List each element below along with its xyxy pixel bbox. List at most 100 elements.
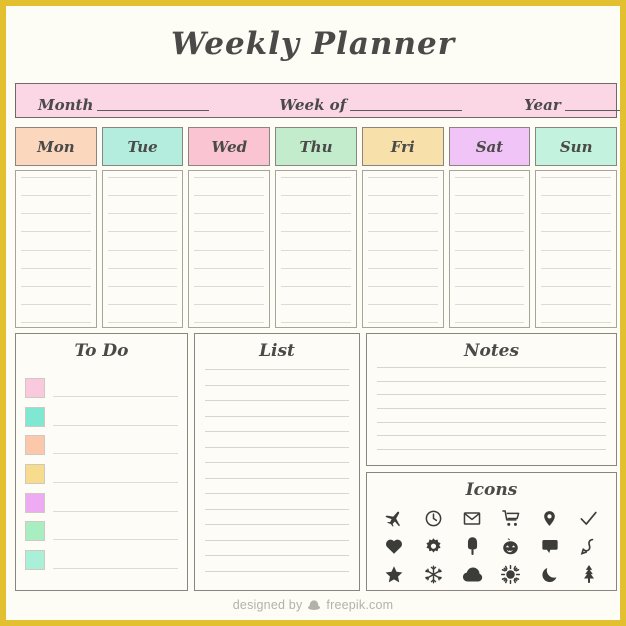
day-write-line[interactable] [194,231,265,233]
notes-write-line[interactable] [377,448,606,450]
day-write-line[interactable] [107,267,178,269]
todo-row[interactable] [25,371,178,398]
moon-icon[interactable] [530,560,569,588]
shopping-cart-icon[interactable] [491,504,530,532]
gear-icon[interactable] [414,532,453,560]
list-write-line[interactable] [205,431,349,433]
todo-checkbox[interactable] [25,463,45,484]
day-write-line[interactable] [281,249,351,251]
day-write-line[interactable] [107,285,178,287]
day-header-mon[interactable]: Mon [15,127,97,166]
day-write-line[interactable] [541,303,612,305]
todo-write-line[interactable] [53,481,178,483]
tree-icon[interactable] [569,560,608,588]
todo-row[interactable] [25,457,178,484]
day-column-wed[interactable] [188,170,271,328]
todo-write-line[interactable] [53,567,178,569]
popsicle-icon[interactable] [453,532,492,560]
day-column-mon[interactable] [15,170,97,328]
list-write-line[interactable] [205,384,349,386]
day-write-line[interactable] [194,177,265,178]
day-write-line[interactable] [367,231,438,233]
todo-row[interactable] [25,428,178,456]
day-write-line[interactable] [541,285,612,287]
checkmark-icon[interactable] [569,504,608,532]
day-write-line[interactable] [21,177,91,178]
envelope-icon[interactable] [453,504,492,532]
day-write-line[interactable] [194,267,265,269]
snowflake-icon[interactable] [414,560,453,588]
day-write-line[interactable] [21,231,91,233]
notes-write-line[interactable] [377,407,606,409]
day-write-line[interactable] [21,267,91,269]
list-write-line[interactable] [205,524,349,526]
day-write-line[interactable] [107,322,178,323]
day-write-line[interactable] [281,195,351,197]
todo-write-line[interactable] [53,453,178,455]
todo-write-line[interactable] [53,539,178,541]
todo-write-line[interactable] [53,396,178,397]
todo-row[interactable] [25,400,178,427]
todo-row[interactable] [25,514,178,542]
day-write-line[interactable] [367,177,438,178]
month-write-line[interactable] [97,110,210,111]
day-write-line[interactable] [281,322,351,323]
todo-checkbox[interactable] [25,378,45,398]
todo-checkbox[interactable] [25,549,45,570]
day-header-sun[interactable]: Sun [535,127,618,166]
day-write-line[interactable] [454,177,525,178]
list-write-line[interactable] [205,446,349,448]
day-write-line[interactable] [107,231,178,233]
day-column-sun[interactable] [535,170,618,328]
list-write-line[interactable] [205,539,349,541]
day-write-line[interactable] [21,249,91,251]
day-write-line[interactable] [454,213,525,215]
day-write-line[interactable] [21,322,91,323]
notes-write-line[interactable] [377,435,606,437]
day-write-line[interactable] [454,195,525,197]
todo-checkbox[interactable] [25,492,45,513]
list-write-line[interactable] [205,570,349,572]
day-write-line[interactable] [194,195,265,197]
day-write-line[interactable] [107,249,178,251]
speech-bubble-icon[interactable] [530,532,569,560]
day-write-line[interactable] [107,303,178,305]
day-write-line[interactable] [541,322,612,323]
day-column-fri[interactable] [361,170,444,328]
list-write-line[interactable] [205,493,349,495]
day-write-line[interactable] [454,322,525,323]
heart-icon[interactable] [375,532,414,560]
day-column-tue[interactable] [101,170,184,328]
star-icon[interactable] [375,560,414,588]
todo-write-line[interactable] [53,424,178,426]
day-write-line[interactable] [541,177,612,178]
day-write-line[interactable] [21,213,91,215]
day-write-line[interactable] [367,303,438,305]
day-write-line[interactable] [454,231,525,233]
day-write-line[interactable] [541,195,612,197]
day-write-line[interactable] [281,303,351,305]
day-write-line[interactable] [367,322,438,323]
day-header-thu[interactable]: Thu [275,127,357,166]
day-write-line[interactable] [281,285,351,287]
sun-icon[interactable] [491,560,530,588]
week-of-field[interactable]: Week of [279,81,463,120]
day-header-sat[interactable]: Sat [448,127,531,166]
day-write-line[interactable] [541,249,612,251]
day-write-line[interactable] [541,213,612,215]
day-write-line[interactable] [281,177,351,178]
location-pin-icon[interactable] [530,504,569,532]
day-write-line[interactable] [194,249,265,251]
day-write-line[interactable] [194,213,265,215]
day-write-line[interactable] [194,303,265,305]
day-write-line[interactable] [107,195,178,197]
day-write-line[interactable] [367,195,438,197]
todo-row[interactable] [25,543,178,570]
notes-write-line[interactable] [377,421,606,423]
day-write-line[interactable] [454,303,525,305]
list-write-line[interactable] [205,555,349,557]
day-write-line[interactable] [367,285,438,287]
list-write-line[interactable] [205,462,349,464]
day-write-line[interactable] [454,267,525,269]
clock-icon[interactable] [414,504,453,532]
